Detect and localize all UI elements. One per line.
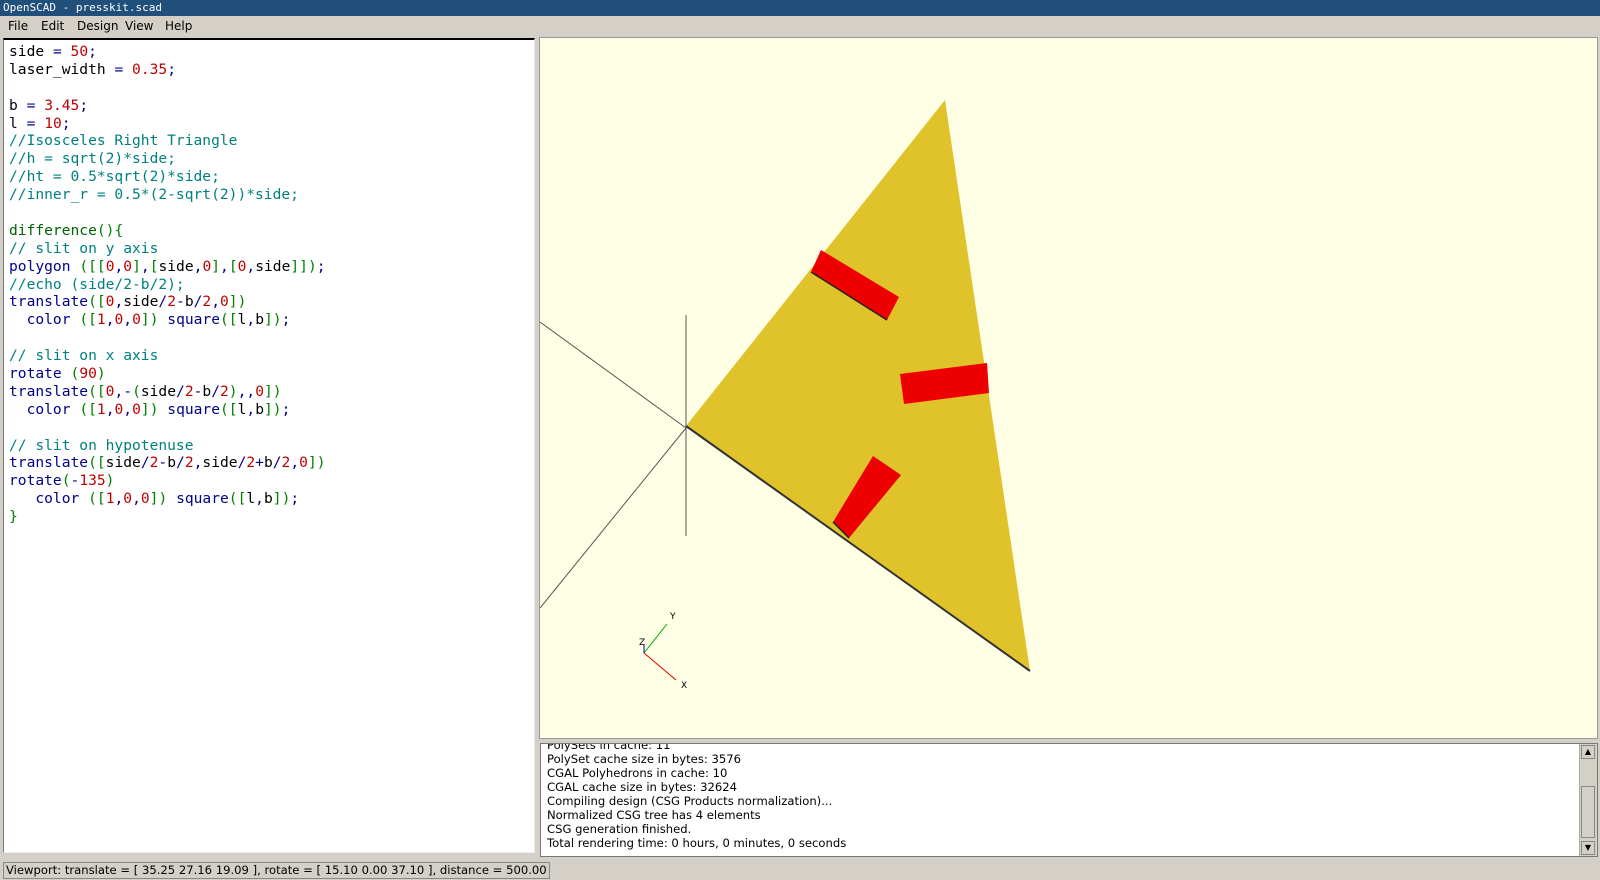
code-line[interactable]: ​ [9,329,326,347]
code-line[interactable]: //echo (side/2-b/2); [9,276,326,294]
menu-help[interactable]: Help [165,19,192,33]
code-line[interactable]: ​ [9,419,326,437]
console-line: Normalized CSG tree has 4 elements [547,808,761,822]
console-text: PolySets in cache: 11 PolySet cache size… [547,743,847,850]
console-line: PolySet cache size in bytes: 3576 [547,752,741,766]
code-line[interactable]: b = 3.45; [9,97,326,115]
menu-edit[interactable]: Edit [41,19,64,33]
console-panel: PolySets in cache: 11 PolySet cache size… [540,743,1598,857]
orient-z-label: Z [639,638,645,648]
menu-file[interactable]: File [8,19,28,33]
code-line[interactable]: difference(){ [9,222,326,240]
code-text[interactable]: side = 50;laser_width = 0.35;​b = 3.45;l… [9,43,326,526]
code-line[interactable]: ​ [9,204,326,222]
code-line[interactable]: polygon ([[0,0],[side,0],[0,side]]); [9,258,326,276]
axis-line-neg-x [540,321,687,429]
console-scrollbar[interactable]: ▲ ▼ [1579,744,1597,856]
console-line: PolySets in cache: 11 [547,743,671,752]
code-editor[interactable]: side = 50;laser_width = 0.35;​b = 3.45;l… [3,38,535,853]
orient-x-axis [643,652,677,681]
code-line[interactable]: rotate(-135) [9,472,326,490]
code-line[interactable]: translate([side/2-b/2,side/2+b/2,0]) [9,454,326,472]
console-line: Compiling design (CSG Products normaliza… [547,794,833,808]
code-line[interactable]: //h = sqrt(2)*side; [9,150,326,168]
axis-line-neg-y [540,427,687,609]
window-title: OpenSCAD - presskit.scad [3,1,162,14]
code-line[interactable]: color ([1,0,0]) square([l,b]); [9,401,326,419]
scrollbar-thumb[interactable] [1581,786,1595,838]
console-line: CGAL cache size in bytes: 32624 [547,780,738,794]
viewport-canvas[interactable]: X Y Z [540,38,1598,739]
code-line[interactable]: side = 50; [9,43,326,61]
menu-view[interactable]: View [125,19,153,33]
console-line: Total rendering time: 0 hours, 0 minutes… [547,836,847,850]
3d-viewport[interactable]: X Y Z [539,37,1598,739]
status-bar: Viewport: translate = [ 35.25 27.16 19.0… [0,860,1600,880]
console-line: CSG generation finished. [547,822,692,836]
code-line[interactable]: color ([1,0,0]) square([l,b]); [9,490,326,508]
code-line[interactable]: color ([1,0,0]) square([l,b]); [9,311,326,329]
title-bar: OpenSCAD - presskit.scad [0,0,1600,16]
code-line[interactable]: translate([0,-(side/2-b/2),,0]) [9,383,326,401]
code-line[interactable]: // slit on x axis [9,347,326,365]
menu-design[interactable]: Design [77,19,118,33]
code-line[interactable]: //ht = 0.5*sqrt(2)*side; [9,168,326,186]
code-line[interactable]: rotate (90) [9,365,326,383]
code-line[interactable]: //inner_r = 0.5*(2-sqrt(2))*side; [9,186,326,204]
viewport-status: Viewport: translate = [ 35.25 27.16 19.0… [3,862,550,879]
scroll-up-arrow-icon[interactable]: ▲ [1581,745,1595,759]
code-line[interactable]: //Isosceles Right Triangle [9,132,326,150]
code-line[interactable]: } [9,508,326,526]
code-line[interactable]: l = 10; [9,115,326,133]
menu-bar: File Edit Design View Help [0,16,1600,37]
console-line: CGAL Polyhedrons in cache: 10 [547,766,728,780]
orient-y-label: Y [669,612,676,622]
code-line[interactable]: ​ [9,79,326,97]
orient-x-label: X [681,681,687,691]
code-line[interactable]: laser_width = 0.35; [9,61,326,79]
code-line[interactable]: translate([0,side/2-b/2,0]) [9,293,326,311]
orient-y-axis [643,623,668,654]
code-line[interactable]: // slit on hypotenuse [9,437,326,455]
scroll-down-arrow-icon[interactable]: ▼ [1581,841,1595,855]
code-line[interactable]: // slit on y axis [9,240,326,258]
